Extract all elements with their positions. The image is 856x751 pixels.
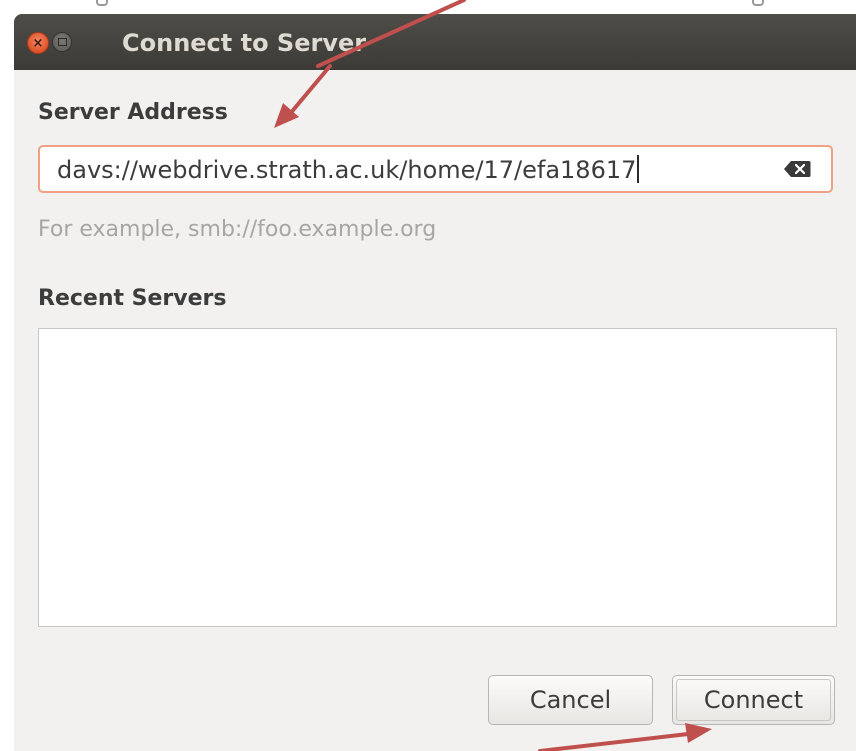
address-hint: For example, smb://foo.example.org [38,217,437,242]
clear-text-icon[interactable] [783,160,811,178]
window-title: Connect to Server [122,29,367,57]
server-address-value[interactable]: davs://webdrive.strath.ac.uk/home/17/efa… [57,155,640,184]
server-address-input[interactable]: davs://webdrive.strath.ac.uk/home/17/efa… [38,145,833,193]
background-strip [0,0,856,14]
text-caret [637,155,640,183]
server-address-label: Server Address [38,100,228,125]
screenshot-root: × Connect to Server Server Address davs:… [0,0,856,751]
cancel-button[interactable]: Cancel [488,675,653,725]
connect-button[interactable]: Connect [672,675,835,725]
recent-servers-label: Recent Servers [38,286,227,311]
recent-servers-list[interactable] [38,328,837,627]
maximize-icon[interactable] [52,32,72,52]
close-icon[interactable]: × [27,32,49,54]
background-fragment [96,0,108,6]
background-fragment [752,0,764,6]
